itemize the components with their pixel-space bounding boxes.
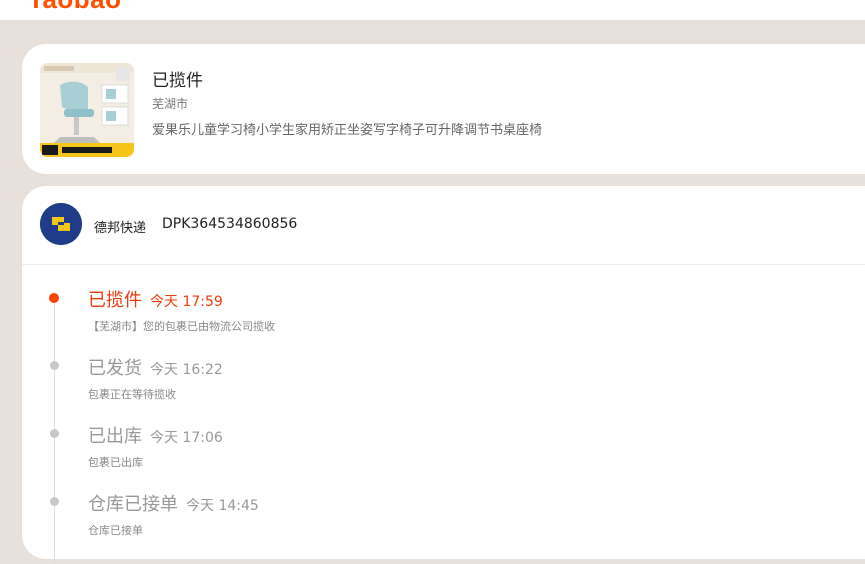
product-thumbnail[interactable]: [40, 63, 134, 157]
event-status-label: 已揽件: [88, 290, 142, 311]
event-status: 已发货 今天 16:22: [88, 354, 223, 380]
timeline-dot: [50, 429, 59, 438]
event-time: 今天 14:45: [186, 498, 259, 514]
taobao-logo[interactable]: Taobao: [28, 0, 122, 15]
timeline-dot: [50, 361, 59, 370]
event-description: 仓库已接单: [88, 524, 143, 537]
event-status: 已揽件 今天 17:59: [88, 286, 223, 312]
event-time: 今天 17:59: [150, 294, 223, 310]
tracking-number[interactable]: DPK364534860856: [162, 216, 297, 232]
event-description: 【芜湖市】您的包裹已由物流公司揽收: [88, 320, 275, 333]
tracking-card: 德邦快递 DPK364534860856 已揽件 今天 17:59 【芜湖市】您的…: [22, 186, 865, 564]
event-status-label: 已发货: [88, 358, 142, 379]
event-time: 今天 17:06: [150, 430, 223, 446]
product-title[interactable]: 爱果乐儿童学习椅小学生家用矫正坐姿写字椅子可升降调节书桌座椅: [152, 119, 542, 138]
event-time: 今天 16:22: [150, 362, 223, 378]
top-bar: Taobao: [0, 0, 865, 20]
courier-name: 德邦快递: [94, 221, 147, 236]
event-status: 已出库 今天 17:06: [88, 422, 223, 448]
product-card[interactable]: 已揽件 芜湖市 爱果乐儿童学习椅小学生家用矫正坐姿写字椅子可升降调节书桌座椅: [22, 44, 865, 174]
event-status-label: 已出库: [88, 426, 142, 447]
event-status: 仓库已接单 今天 14:45: [88, 490, 259, 516]
product-city: 芜湖市: [152, 97, 189, 111]
product-status: 已揽件: [152, 71, 203, 91]
courier-row: 德邦快递 DPK364534860856: [22, 186, 865, 265]
event-status-label: 仓库已接单: [88, 494, 178, 515]
timeline-dot-active: [49, 293, 59, 303]
deppon-logo-icon: [40, 203, 82, 245]
event-description: 包裹正在等待揽收: [88, 388, 176, 401]
timeline-dot: [50, 497, 59, 506]
chair-image-icon: [40, 63, 134, 157]
event-description: 包裹已出库: [88, 456, 143, 469]
